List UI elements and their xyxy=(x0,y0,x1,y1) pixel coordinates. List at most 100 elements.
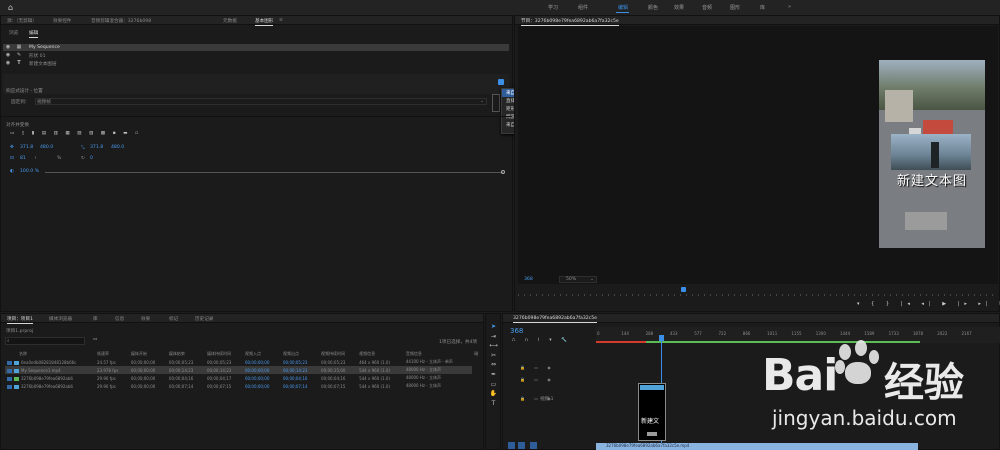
video-clip-bar[interactable]: 3276b098e79fea6892ab6a7fa32c5e.mp4 xyxy=(596,443,918,450)
cell-ainfo: 48000 Hz - 立体声 xyxy=(405,375,441,380)
row-checkbox[interactable] xyxy=(7,360,12,365)
position-y-value[interactable]: 480.0 xyxy=(40,145,53,150)
cell-vdur: 00;00;05;23 xyxy=(321,359,346,365)
ruler-tick-label: 1300 xyxy=(815,331,826,336)
track-a1-toggle[interactable] xyxy=(508,442,515,449)
ruler-tick-label: 577 xyxy=(694,331,702,336)
tab-essential-graphics[interactable]: 基本图形 xyxy=(255,18,274,26)
scale-value[interactable]: 81 xyxy=(20,156,26,161)
new-layer-icon[interactable] xyxy=(498,79,504,85)
tab-markers[interactable]: 标记 xyxy=(169,316,178,322)
tab-metadata[interactable]: 元数据 xyxy=(223,18,237,24)
program-timecode[interactable]: 368 xyxy=(524,277,533,282)
layer-row-sequence[interactable]: ◉ ▦ My Sequence xyxy=(3,44,509,51)
video-clip-thumbnail[interactable]: 新建文 xyxy=(638,383,666,441)
more-workspaces-icon[interactable]: » xyxy=(788,4,791,10)
workspace-tab-graphics[interactable]: 图形 xyxy=(730,4,740,11)
layer-row-shape[interactable]: ◉ ✎ 形状 01 xyxy=(3,52,509,59)
col-video-duration[interactable]: 视频持续时间 xyxy=(319,350,357,358)
eye-icon[interactable]: ◉ xyxy=(5,44,11,50)
opacity-value[interactable]: 100.0 % xyxy=(20,169,39,174)
track-a3-toggle[interactable] xyxy=(530,442,537,449)
anchor-x-value[interactable]: 371.8 xyxy=(90,145,103,150)
ruler-tick-label: 1155 xyxy=(791,331,802,336)
track-a2-toggle[interactable] xyxy=(518,442,525,449)
pen-tool-icon[interactable]: ✒ xyxy=(489,370,498,380)
track-select-tool-icon[interactable]: ⇥ xyxy=(489,332,498,342)
workspace-tab-assembly[interactable]: 组件 xyxy=(578,4,588,11)
tab-project[interactable]: 项目：项目1 xyxy=(7,316,33,324)
subtab-browse[interactable]: 浏览 xyxy=(9,30,18,36)
transport-controls[interactable]: ▾ { } |◂ ◂| ▶ |▸ ▸| ⧉ ⧉ ▣ xyxy=(857,301,1000,307)
razor-tool-icon[interactable]: ✂ xyxy=(489,351,498,361)
layer-row-text[interactable]: ◉ T 新建文本图层 xyxy=(3,60,509,67)
position-x-value[interactable]: 371.8 xyxy=(20,145,33,150)
subtab-edit[interactable]: 编辑 xyxy=(29,30,39,38)
anchor-y-value[interactable]: 480.0 xyxy=(111,145,124,150)
row-checkbox[interactable] xyxy=(7,368,12,373)
new-bin-icon[interactable]: ▭ xyxy=(93,337,97,342)
monitor-time-ruler[interactable] xyxy=(518,294,998,296)
hand-tool-icon[interactable]: ✋ xyxy=(489,389,498,399)
table-row[interactable]: 3276b098e79fea6892ab6 29.90 fps 00;00;00;0… xyxy=(5,374,483,382)
opacity-slider-track[interactable] xyxy=(45,172,503,173)
col-tape[interactable]: 磁 xyxy=(472,350,483,358)
table-row[interactable]: 3276b098e79fea6892ab6 29.90 fps 00;00;00;0… xyxy=(5,382,483,390)
col-fps[interactable]: 帧速率 xyxy=(95,350,129,358)
align-buttons-row[interactable]: ▭ ▯ ▮ ▤ ▥ ▦ ▧ ▨ ▩ ▪ ▬ ▫ xyxy=(10,131,141,136)
col-audio-info[interactable]: 音频信息 xyxy=(404,350,472,358)
zoom-dropdown[interactable]: 50% ⌄ xyxy=(559,276,597,283)
workspace-tab-effects[interactable]: 效果 xyxy=(674,4,684,11)
col-name[interactable]: 名称 xyxy=(5,350,95,358)
layer-action-buttons[interactable] xyxy=(492,94,500,112)
col-media-start[interactable]: 媒体开始 xyxy=(129,350,167,358)
tab-source[interactable]: 源：（无剪辑） xyxy=(7,18,37,24)
col-video-info[interactable]: 视频信息 xyxy=(357,350,404,358)
tab-libraries[interactable]: 库 xyxy=(93,316,98,322)
row-checkbox[interactable] xyxy=(7,384,12,389)
track-v3-controls[interactable]: 🔒 ▭ ◉ xyxy=(520,365,555,370)
workspace-tab-libraries[interactable]: 库 xyxy=(760,4,765,11)
col-video-in[interactable]: 视频入点 xyxy=(243,350,281,358)
table-row[interactable]: 0ea0e4b08281848128b66c 24.57 fps 00;00;00;… xyxy=(5,358,483,366)
col-media-end[interactable]: 媒体结束 xyxy=(167,350,205,358)
cell-ainfo: 48000 Hz - 立体声 xyxy=(405,383,441,388)
timeline-timecode[interactable]: 368 xyxy=(510,327,523,335)
selection-tool-icon[interactable]: ➤ xyxy=(489,322,498,332)
link-icon[interactable]: ⁞ xyxy=(35,156,36,161)
track-v2-controls[interactable]: 🔒 ▭ ◉ xyxy=(520,377,555,382)
slip-tool-icon[interactable]: ⇔ xyxy=(489,360,498,370)
col-media-duration[interactable]: 媒体持续时间 xyxy=(205,350,243,358)
tab-history[interactable]: 历史记录 xyxy=(195,316,213,322)
workspace-tab-editing[interactable]: 编辑 xyxy=(618,4,628,11)
ripple-edit-tool-icon[interactable]: ⟷ xyxy=(489,341,498,351)
opacity-slider-handle[interactable] xyxy=(501,170,505,174)
rotation-value[interactable]: 0 xyxy=(90,156,93,161)
rectangle-tool-icon[interactable]: ▭ xyxy=(489,380,498,390)
cell-name: 3276b098e79fea6892ab6 xyxy=(5,382,95,390)
eye-icon[interactable]: ◉ xyxy=(5,52,11,58)
tab-sequence[interactable]: 3276b098e79fea6892ab6a7fa32c5e xyxy=(513,316,597,323)
col-video-out[interactable]: 视频出点 xyxy=(281,350,319,358)
type-tool-icon[interactable]: T xyxy=(489,399,498,409)
workspace-tab-audio[interactable]: 音频 xyxy=(702,4,712,11)
tab-audio-clip-mixer[interactable]: 音频剪辑混合器：3276b098 xyxy=(91,18,151,24)
tab-effect-controls[interactable]: 效果控件 xyxy=(53,18,71,24)
tab-menu-icon[interactable]: ≡ xyxy=(279,18,283,23)
tab-media-browser[interactable]: 媒体浏览器 xyxy=(49,316,72,322)
timeline-tool-buttons[interactable]: ⎍ ∩ ⌇ ▾ 🔧 xyxy=(512,337,571,343)
eye-icon[interactable]: ◉ xyxy=(5,60,11,66)
project-panel: 项目：项目1 媒体浏览器 库 信息 效果 标记 历史记录 项目1.prproj … xyxy=(0,313,484,450)
table-row[interactable]: My Sequence1.mp4 23.976 fps 00;00;00;00 00;… xyxy=(5,366,483,374)
playhead-marker[interactable] xyxy=(681,287,686,292)
home-icon[interactable]: ⌂ xyxy=(8,3,13,12)
tab-program[interactable]: 节目：3276b098e79fea6892ab6a7fa32c5e xyxy=(521,18,619,26)
workspace-tab-color[interactable]: 颜色 xyxy=(648,4,658,11)
workspace-tab-learn[interactable]: 学习 xyxy=(548,4,558,11)
pin-to-dropdown[interactable]: 视频帧 ⌄ xyxy=(35,98,487,105)
row-checkbox[interactable] xyxy=(7,376,12,381)
search-input[interactable]: ⌕ xyxy=(5,337,85,345)
ruler-tick-label: 288 xyxy=(645,331,654,336)
tab-info[interactable]: 信息 xyxy=(115,316,124,322)
tab-effects[interactable]: 效果 xyxy=(141,316,150,322)
